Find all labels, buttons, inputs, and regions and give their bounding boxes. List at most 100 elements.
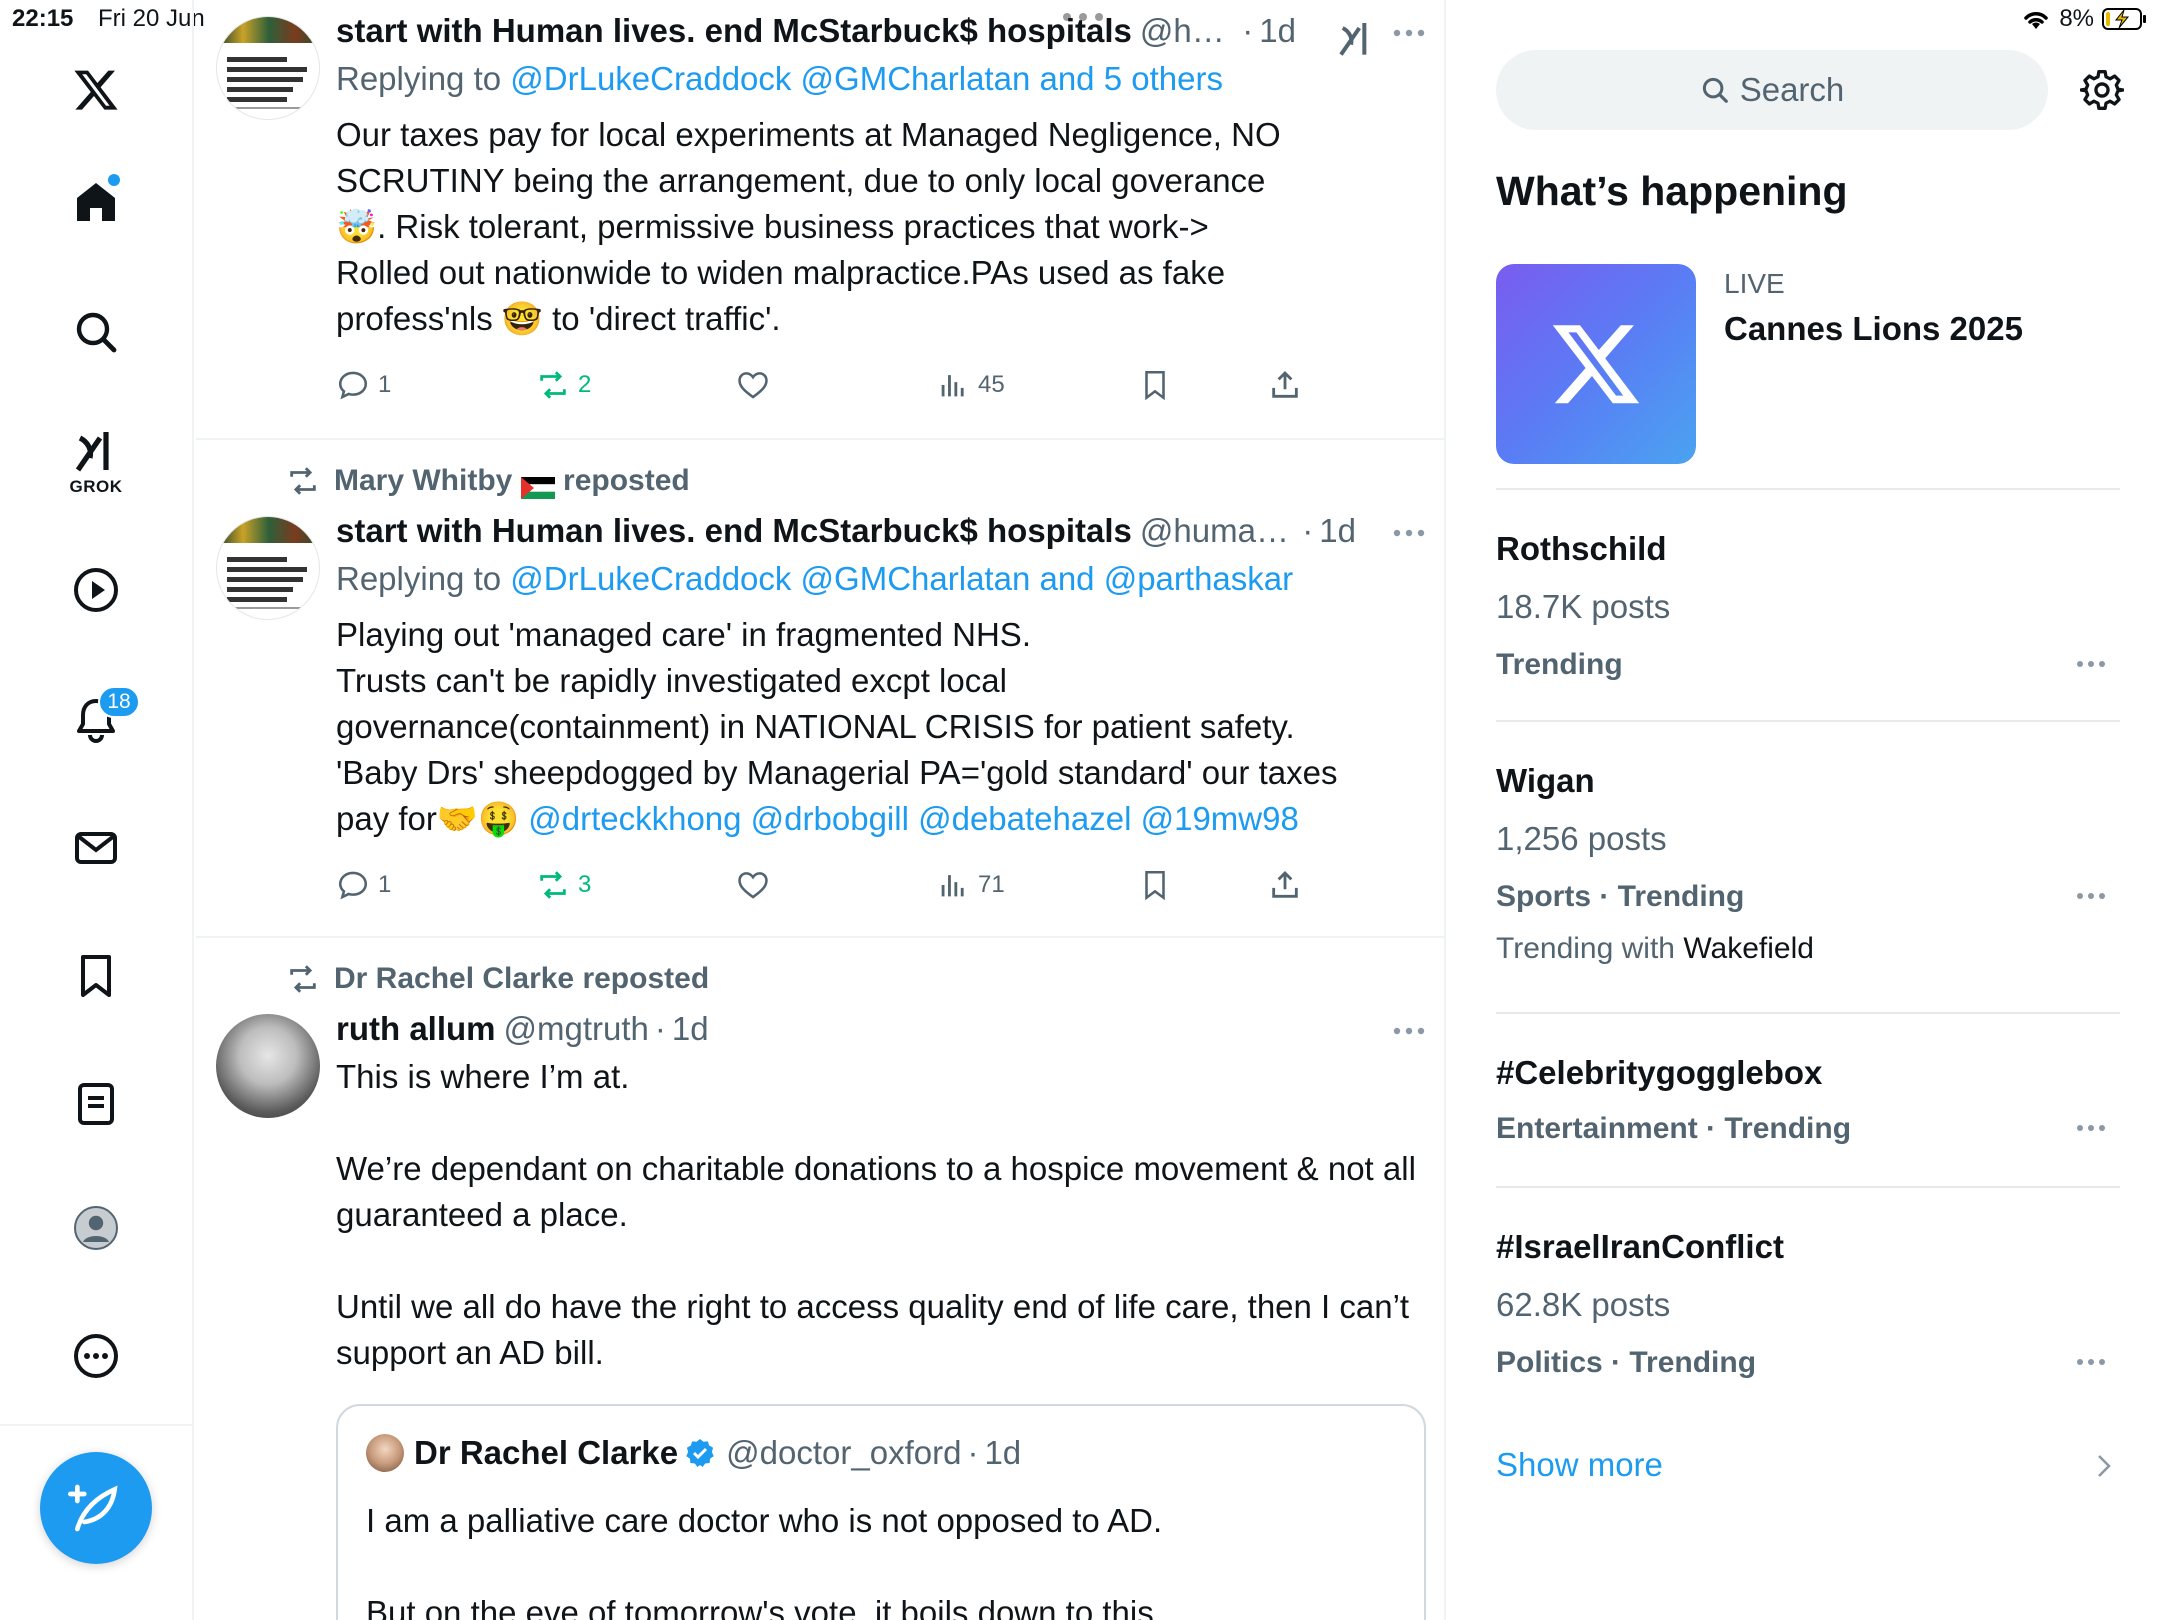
author-avatar[interactable] <box>216 516 320 620</box>
replying-to-line: Replying to @DrLukeCraddock @GMCharlatan… <box>336 60 1296 98</box>
grok-explain-icon[interactable] <box>1336 18 1376 58</box>
share-action[interactable] <box>1268 868 1302 902</box>
reply-action[interactable]: 1 <box>336 868 391 902</box>
body-mentions-link[interactable]: @drteckkhong @drbobgill @debatehazel @19… <box>528 800 1299 837</box>
messages-envelope-icon[interactable] <box>70 822 122 874</box>
separator-dot: · <box>1302 512 1314 549</box>
trend-topic[interactable]: Rothschild <box>1496 530 1667 568</box>
compose-post-button[interactable] <box>40 1452 152 1564</box>
author-handle[interactable]: @hu... <box>1140 12 1236 50</box>
section-divider <box>1496 1186 2120 1188</box>
trending-with-line: Trending with Wakefield <box>1496 932 1814 966</box>
quote-author-handle[interactable]: @doctor_oxford <box>726 1434 961 1472</box>
quote-author-avatar[interactable] <box>366 1434 404 1472</box>
bookmark-action[interactable] <box>1138 368 1172 402</box>
tweet-timestamp[interactable]: 1d <box>672 1010 709 1048</box>
tweet-header: ruth allum @mgtruth · 1d <box>336 1010 1416 1048</box>
grok-icon[interactable] <box>70 424 122 476</box>
reposted-by-name[interactable]: Dr Rachel Clarke reposted <box>334 962 709 996</box>
tweet-more-icon[interactable] <box>1392 528 1426 538</box>
author-handle[interactable]: @mgtruth <box>504 1010 649 1048</box>
reply-icon <box>338 871 368 900</box>
tweet-body: This is where I’m at. We’re dependant on… <box>336 1058 1416 1371</box>
video-play-icon[interactable] <box>70 564 122 616</box>
like-action[interactable] <box>736 868 770 902</box>
share-action[interactable] <box>1268 368 1302 402</box>
quote-timestamp[interactable]: 1d <box>984 1434 1021 1472</box>
tweet-timestamp[interactable]: 1d <box>1259 12 1296 50</box>
like-action[interactable] <box>736 368 770 402</box>
reply-action[interactable]: 1 <box>336 368 391 402</box>
repost-action[interactable]: 2 <box>536 368 591 402</box>
tweet-body: Playing out 'managed care' in fragmented… <box>336 612 1356 842</box>
live-event-thumbnail[interactable] <box>1496 264 1696 464</box>
lists-icon[interactable] <box>70 1078 122 1130</box>
bookmark-icon <box>1145 370 1165 401</box>
views-action[interactable]: 71 <box>936 868 1005 902</box>
tweet-more-icon[interactable] <box>1392 1026 1426 1036</box>
left-nav-rail: GROK 18 <box>0 0 194 1620</box>
tweet-card[interactable]: start with Human lives. end McStarbuck$ … <box>196 0 1444 440</box>
chevron-right-icon[interactable] <box>2094 1452 2114 1480</box>
views-bar-icon <box>941 875 964 897</box>
live-event-title[interactable]: Cannes Lions 2025 <box>1724 310 2023 348</box>
quote-author-name[interactable]: Dr Rachel Clarke <box>414 1434 678 1472</box>
verified-badge-icon <box>686 1439 714 1467</box>
trend-topic[interactable]: Wigan <box>1496 762 1595 800</box>
trend-more-icon[interactable] <box>2076 1124 2106 1132</box>
tweet-header: start with Human lives. end McStarbuck$ … <box>336 12 1296 50</box>
repost-action[interactable]: 3 <box>536 868 591 902</box>
trend-post-count: 62.8K posts <box>1496 1286 1671 1323</box>
trend-topic[interactable]: #IsraelIranConflict <box>1496 1228 1784 1266</box>
trending-with-term[interactable]: Wakefield <box>1683 932 1814 965</box>
tweet-more-icon[interactable] <box>1392 28 1426 38</box>
author-handle[interactable]: @human... <box>1140 512 1296 550</box>
author-name[interactable]: start with Human lives. end McStarbuck$ … <box>336 12 1132 50</box>
views-action[interactable]: 45 <box>936 368 1005 402</box>
bookmark-icon <box>1145 870 1165 901</box>
replying-to-line: Replying to @DrLukeCraddock @GMCharlatan… <box>336 560 1356 598</box>
bookmark-action[interactable] <box>1138 868 1172 902</box>
tweet-timestamp[interactable]: 1d <box>1319 512 1356 550</box>
repost-context: Dr Rachel Clarke reposted <box>286 962 709 996</box>
like-heart-icon <box>738 372 768 399</box>
trend-post-count: 18.7K posts <box>1496 588 1671 625</box>
reply-mentions-link[interactable]: @DrLukeCraddock @GMCharlatan and @partha… <box>510 560 1293 597</box>
section-divider <box>1496 1012 2120 1014</box>
reposted-by-name[interactable]: Mary Whitby <box>334 464 512 497</box>
palestine-flag-icon <box>520 471 555 500</box>
trend-topic[interactable]: #Celebritygogglebox <box>1496 1054 1822 1092</box>
show-more-link[interactable]: Show more <box>1496 1446 1663 1484</box>
trend-more-icon[interactable] <box>2076 660 2106 668</box>
repost-count: 2 <box>578 371 592 398</box>
repost-icon <box>540 371 566 399</box>
search-input[interactable]: Search <box>1496 50 2048 130</box>
search-icon <box>1702 77 1728 103</box>
repost-count: 3 <box>578 871 592 898</box>
reply-mentions-link[interactable]: @DrLukeCraddock @GMCharlatan and 5 other… <box>510 60 1223 97</box>
section-divider <box>1496 720 2120 722</box>
quoted-tweet[interactable]: Dr Rachel Clarke @doctor_oxford · 1d I a… <box>336 1404 1426 1620</box>
grok-label: GROK <box>69 477 123 496</box>
more-options-icon[interactable] <box>70 1330 122 1382</box>
search-icon[interactable] <box>70 306 122 358</box>
author-avatar[interactable] <box>216 16 320 120</box>
reply-count: 1 <box>378 871 392 898</box>
tweet-card[interactable]: Mary Whitby reposted start with Human li… <box>196 440 1444 938</box>
profile-avatar-icon[interactable] <box>70 1202 122 1254</box>
live-label: LIVE <box>1724 268 1785 299</box>
x-logo-icon[interactable] <box>70 64 122 116</box>
author-name[interactable]: start with Human lives. end McStarbuck$ … <box>336 512 1132 550</box>
bookmarks-icon[interactable] <box>70 950 122 1002</box>
repost-context-icon <box>290 467 316 495</box>
trend-category: Politics · Trending <box>1496 1346 1757 1379</box>
replying-to-label: Replying to <box>336 60 502 97</box>
reply-count: 1 <box>378 371 392 398</box>
author-avatar[interactable] <box>216 1014 320 1118</box>
settings-gear-icon[interactable] <box>2080 68 2124 112</box>
author-name[interactable]: ruth allum <box>336 1010 496 1048</box>
trend-more-icon[interactable] <box>2076 1358 2106 1366</box>
trend-category: Trending <box>1496 648 1623 681</box>
timeline-feed[interactable]: start with Human lives. end McStarbuck$ … <box>196 0 1446 1620</box>
trend-more-icon[interactable] <box>2076 892 2106 900</box>
